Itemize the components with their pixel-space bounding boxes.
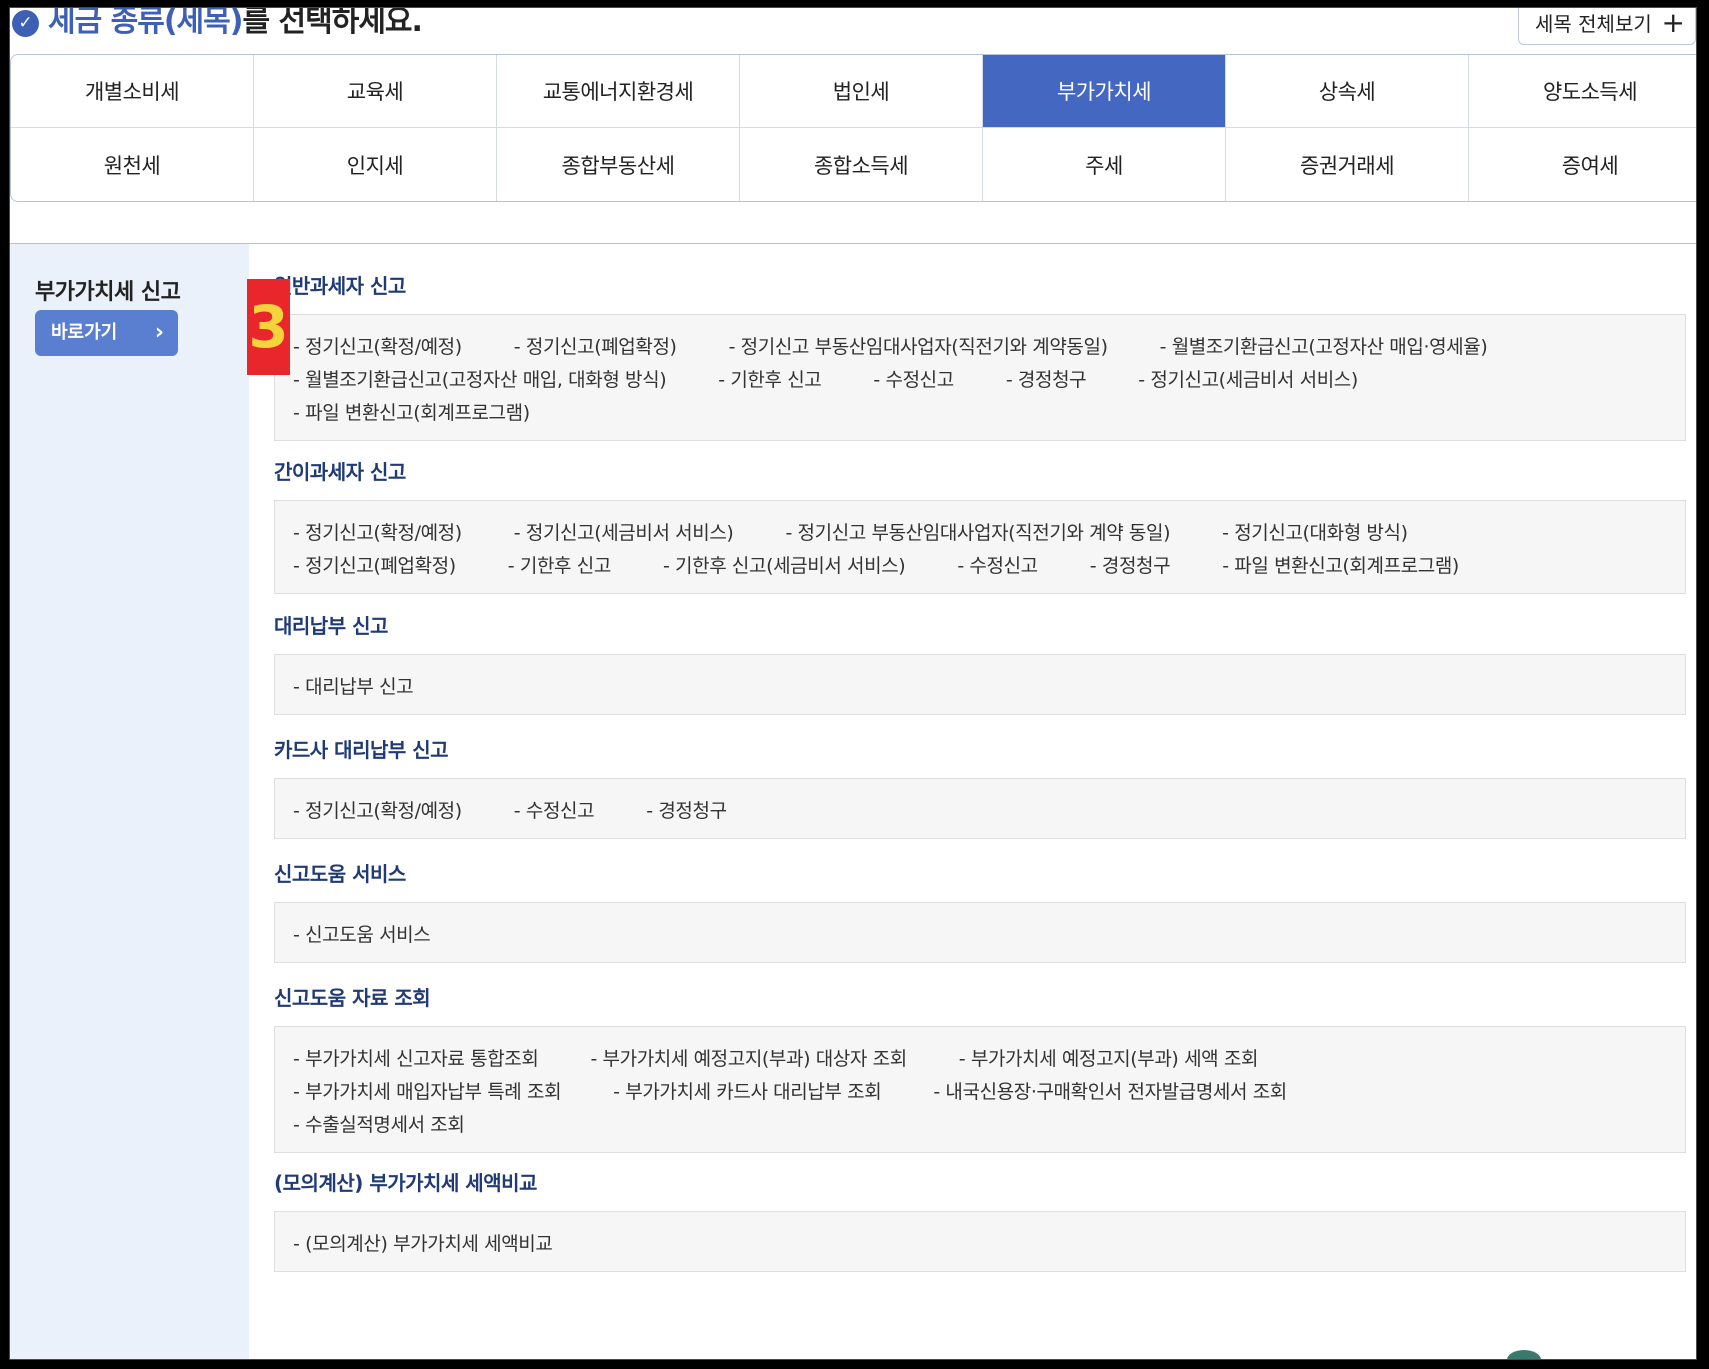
menu-link[interactable]: 정기신고(폐업확정): [293, 551, 456, 578]
step-number-badge: 3: [247, 279, 290, 375]
section-title: 간이과세자 신고: [274, 460, 406, 484]
tab-tax-type[interactable]: 주세: [983, 128, 1226, 201]
sidebar: 부가가치세 신고 바로가기 ›: [10, 244, 249, 1359]
tab-tax-type[interactable]: 교통에너지환경세: [497, 55, 740, 128]
section-link-box: 정기신고(확정/예정) 수정신고 경정청구: [274, 778, 1686, 839]
tab-tax-type[interactable]: 교육세: [254, 55, 497, 128]
menu-link[interactable]: 정기신고 부동산임대사업자(직전기와 계약동일): [729, 332, 1108, 359]
menu-link[interactable]: 부가가치세 예정고지(부과) 대상자 조회: [590, 1044, 908, 1071]
tab-tax-type[interactable]: 종합부동산세: [497, 128, 740, 201]
menu-link[interactable]: 파일 변환신고(회계프로그램): [293, 398, 530, 425]
sidebar-title: 부가가치세 신고: [35, 280, 181, 305]
check-circle-icon: ✓: [12, 10, 39, 37]
view-all-label: 세목 전체보기: [1535, 12, 1652, 36]
page-title-rest: 를 선택하세요.: [242, 7, 422, 39]
go-button[interactable]: 바로가기 ›: [35, 310, 178, 356]
chevron-right-icon: ›: [154, 320, 164, 345]
link-row: 부가가치세 매입자납부 특례 조회 부가가치세 카드사 대리납부 조회 내국신용장·…: [293, 1074, 1667, 1107]
section-link-box: 정기신고(확정/예정) 정기신고(세금비서 서비스) 정기신고 부동산임대사업자(직…: [274, 500, 1686, 594]
page-title-emphasis: 세금 종류(세목): [48, 7, 243, 39]
view-all-button[interactable]: 세목 전체보기 +: [1518, 7, 1696, 45]
link-row: 월별조기환급신고(고정자산 매입, 대화형 방식) 기한후 신고 수정신고 경정청구 정…: [293, 362, 1667, 395]
menu-section: 일반과세자 신고정기신고(확정/예정) 정기신고(폐업확정) 정기신고 부동산임대사…: [274, 270, 1686, 441]
menu-link[interactable]: 부가가치세 예정고지(부과) 세액 조회: [959, 1044, 1259, 1071]
section-title: 신고도움 자료 조회: [274, 986, 431, 1010]
section-link-box: 신고도움 서비스: [274, 902, 1686, 963]
menu-link[interactable]: 정기신고(세금비서 서비스): [1138, 365, 1358, 392]
menu-link[interactable]: 경정청구: [646, 796, 727, 823]
link-row: 파일 변환신고(회계프로그램): [293, 395, 1667, 428]
link-row: 정기신고(확정/예정) 정기신고(폐업확정) 정기신고 부동산임대사업자(직전기와 …: [293, 329, 1667, 362]
menu-link[interactable]: 대리납부 신고: [293, 672, 414, 699]
main-content: 부가가치세 신고 바로가기 › 3 일반과세자 신고정기신고(확정/예정)정기신…: [10, 243, 1696, 1359]
link-row: (모의계산) 부가가치세 세액비교: [293, 1226, 1667, 1259]
section-title: (모의계산) 부가가치세 세액비교: [274, 1171, 537, 1195]
menu-link[interactable]: 정기신고(세금비서 서비스): [514, 518, 734, 545]
menu-link[interactable]: 수정신고: [873, 365, 954, 392]
section-link-box: 정기신고(확정/예정) 정기신고(폐업확정) 정기신고 부동산임대사업자(직전기와 …: [274, 314, 1686, 441]
link-row: 정기신고(확정/예정) 정기신고(세금비서 서비스) 정기신고 부동산임대사업자(직…: [293, 515, 1667, 548]
menu-link[interactable]: 경정청구: [1090, 551, 1171, 578]
tab-tax-type[interactable]: 상속세: [1226, 55, 1469, 128]
tab-tax-type[interactable]: 법인세: [740, 55, 983, 128]
plus-icon: +: [1661, 7, 1685, 39]
screenshot-frame: ✓ 세금 종류(세목)를 선택하세요. 세목 전체보기 + 개별소비세 교육세 교통…: [0, 0, 1709, 1369]
menu-link[interactable]: 부가가치세 카드사 대리납부 조회: [613, 1077, 881, 1104]
tab-tax-type[interactable]: 종합소득세: [740, 128, 983, 201]
page-title: 세금 종류(세목)를 선택하세요.: [48, 7, 423, 40]
menu-link[interactable]: 기한후 신고: [718, 365, 821, 392]
section-title: 일반과세자 신고: [274, 274, 406, 298]
link-row: 수출실적명세서 조회: [293, 1107, 1667, 1140]
section-link-box: 부가가치세 신고자료 통합조회부가가치세 예정고지(부과) 대상자 조회부가가치…: [274, 1026, 1686, 1153]
link-row: 대리납부 신고: [293, 669, 1667, 702]
menu-link[interactable]: 월별조기환급신고(고정자산 매입, 대화형 방식): [293, 365, 667, 392]
menu-link[interactable]: 경정청구: [1006, 365, 1087, 392]
menu-link[interactable]: 부가가치세 매입자납부 특례 조회: [293, 1077, 561, 1104]
section-link-box: (모의계산) 부가가치세 세액비교: [274, 1211, 1686, 1272]
menu-link[interactable]: 월별조기환급신고(고정자산 매입·영세율): [1160, 332, 1488, 359]
page: ✓ 세금 종류(세목)를 선택하세요. 세목 전체보기 + 개별소비세 교육세 교통…: [9, 7, 1697, 1360]
tab-tax-type[interactable]: 원천세: [11, 128, 254, 201]
menu-link[interactable]: 정기신고 부동산임대사업자(직전기와 계약 동일): [785, 518, 1171, 545]
menu-section: 카드사 대리납부 신고정기신고(확정/예정) 수정신고 경정청구: [274, 734, 1686, 839]
link-row: 정기신고(확정/예정) 수정신고 경정청구: [293, 793, 1667, 826]
link-row: 부가가치세 신고자료 통합조회 부가가치세 예정고지(부과) 대상자 조회 부가가치…: [293, 1041, 1667, 1074]
menu-section: (모의계산) 부가가치세 세액비교 (모의계산) 부가가치세 세액비교: [274, 1167, 1686, 1272]
menu-link[interactable]: 파일 변환신고(회계프로그램): [1222, 551, 1459, 578]
go-button-label: 바로가기: [51, 322, 118, 343]
menu-link[interactable]: 정기신고(확정/예정): [293, 518, 462, 545]
section-title: 카드사 대리납부 신고: [274, 738, 449, 762]
tab-tax-type[interactable]: 부가가치세: [983, 55, 1226, 128]
link-row: 신고도움 서비스: [293, 917, 1667, 950]
menu-link[interactable]: 기한후 신고(세금비서 서비스): [663, 551, 906, 578]
section-link-box: 대리납부 신고: [274, 654, 1686, 715]
section-title: 신고도움 서비스: [274, 862, 406, 886]
menu-link[interactable]: 정기신고(확정/예정): [293, 796, 462, 823]
tab-tax-type[interactable]: 인지세: [254, 128, 497, 201]
menu-section: 신고도움 서비스신고도움 서비스: [274, 858, 1686, 963]
tab-tax-type[interactable]: 개별소비세: [11, 55, 254, 128]
menu-link[interactable]: (모의계산) 부가가치세 세액비교: [293, 1229, 553, 1256]
menu-sections: 일반과세자 신고정기신고(확정/예정) 정기신고(폐업확정) 정기신고 부동산임대사…: [274, 244, 1686, 1359]
menu-link[interactable]: 정기신고(폐업확정): [514, 332, 677, 359]
menu-link[interactable]: 부가가치세 신고자료 통합조회: [293, 1044, 539, 1071]
tab-tax-type[interactable]: 양도소득세: [1469, 55, 1696, 128]
menu-link[interactable]: 수정신고: [957, 551, 1038, 578]
menu-link[interactable]: 내국신용장·구매확인서 전자발급명세서 조회: [933, 1077, 1287, 1104]
section-title: 대리납부 신고: [274, 614, 388, 638]
header: ✓ 세금 종류(세목)를 선택하세요. 세목 전체보기 +: [10, 8, 1696, 56]
tab-tax-type[interactable]: 증권거래세: [1226, 128, 1469, 201]
tab-tax-type[interactable]: 증여세: [1469, 128, 1696, 201]
menu-link[interactable]: 정기신고(확정/예정): [293, 332, 462, 359]
menu-link[interactable]: 정기신고(대화형 방식): [1222, 518, 1408, 545]
menu-link[interactable]: 신고도움 서비스: [293, 920, 431, 947]
menu-section: 간이과세자 신고정기신고(확정/예정) 정기신고(세금비서 서비스) 정기신고 부동…: [274, 456, 1686, 594]
menu-link[interactable]: 수정신고: [514, 796, 595, 823]
menu-section: 대리납부 신고대리납부 신고: [274, 610, 1686, 715]
link-row: 정기신고(폐업확정) 기한후 신고 기한후 신고(세금비서 서비스) 수정신고 경정청구…: [293, 548, 1667, 581]
tax-type-tabs: 개별소비세 교육세 교통에너지환경세 법인세 부가가치세 상속세 양도소득세 원천세 인지세 종합…: [10, 54, 1696, 202]
menu-link[interactable]: 수출실적명세서 조회: [293, 1110, 465, 1137]
menu-link[interactable]: 기한후 신고: [508, 551, 611, 578]
menu-section: 신고도움 자료 조회부가가치세 신고자료 통합조회 부가가치세 예정고지(부과) …: [274, 982, 1686, 1153]
